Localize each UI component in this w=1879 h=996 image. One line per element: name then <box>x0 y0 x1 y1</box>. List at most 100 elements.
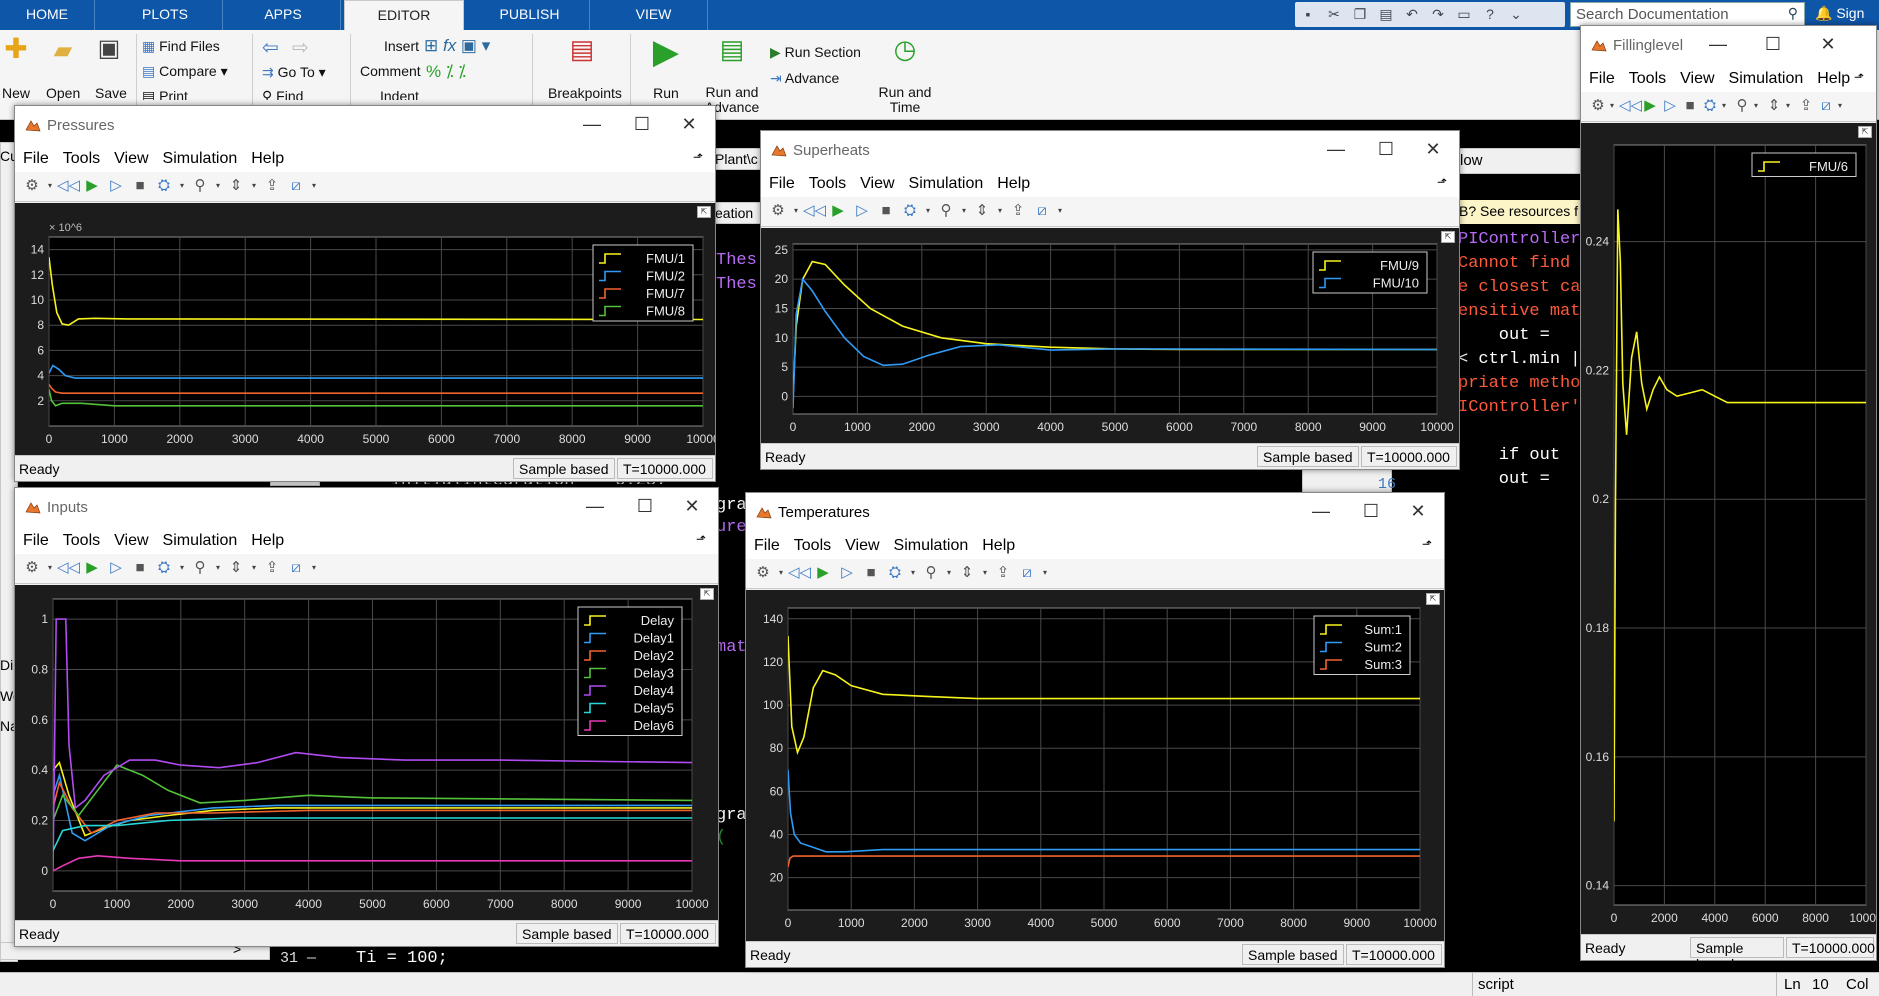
highlight-icon[interactable]: ⛭ <box>153 175 175 197</box>
go-to-button[interactable]: ⇉ Go To ▾ <box>262 64 326 81</box>
step-forward-icon[interactable]: ▷ <box>1659 95 1681 117</box>
run-icon[interactable]: ▶ <box>1639 95 1661 117</box>
scale-axes-icon[interactable]: ⇕ <box>225 175 247 197</box>
undock-icon[interactable]: ⇱ <box>1426 593 1440 605</box>
settings-gear-icon[interactable]: ⚙ <box>21 175 43 197</box>
run-icon[interactable]: ▶ <box>827 200 849 222</box>
triggers-icon[interactable]: ⇪ <box>261 557 283 579</box>
zoom-icon[interactable]: ⚲ <box>935 200 957 222</box>
run-and-advance-icon[interactable]: ▤ <box>712 34 752 65</box>
breakpoints-button[interactable]: Breakpoints <box>548 85 622 101</box>
menu-simulation[interactable]: Simulation <box>1729 70 1804 88</box>
minimize-icon[interactable]: — <box>585 496 605 517</box>
user-sign-in[interactable]: 🔔 Sign <box>1815 5 1864 22</box>
run-and-time-icon[interactable]: ◷ <box>888 34 922 65</box>
measurements-icon[interactable]: ⧄ <box>1815 95 1837 117</box>
tab-home[interactable]: HOME <box>0 0 95 30</box>
minimize-icon[interactable]: — <box>1311 501 1331 522</box>
scale-axes-icon[interactable]: ⇕ <box>971 200 993 222</box>
run-icon[interactable]: ▶ <box>812 562 834 584</box>
triggers-icon[interactable]: ⇪ <box>1795 95 1817 117</box>
save-button[interactable]: Save <box>94 85 128 101</box>
measurements-icon[interactable]: ⧄ <box>285 175 307 197</box>
stop-icon[interactable]: ■ <box>129 557 151 579</box>
undo-icon[interactable]: ↶ <box>1401 3 1423 25</box>
minimize-icon[interactable]: — <box>1708 34 1728 55</box>
triggers-icon[interactable]: ⇪ <box>992 562 1014 584</box>
window-title-bar[interactable]: Superheats — ☐ ✕ <box>761 131 1459 171</box>
highlight-icon[interactable]: ⛭ <box>884 562 906 584</box>
chevron-down-icon[interactable]: ▾ <box>1835 95 1845 117</box>
menu-view[interactable]: View <box>114 150 148 168</box>
chevron-down-icon[interactable]: ▾ <box>944 562 954 584</box>
pin-icon[interactable]: ⬏ <box>696 532 706 546</box>
copy-icon[interactable]: ❐ <box>1349 3 1371 25</box>
window-title-bar[interactable]: Inputs — ☐ ✕ <box>15 488 718 528</box>
menu-file[interactable]: File <box>23 532 49 550</box>
chevron-down-icon[interactable]: ▾ <box>1040 562 1050 584</box>
maximize-icon[interactable]: ☐ <box>635 496 655 517</box>
triggers-icon[interactable]: ⇪ <box>1007 200 1029 222</box>
step-forward-icon[interactable]: ▷ <box>836 562 858 584</box>
measurements-icon[interactable]: ⧄ <box>1016 562 1038 584</box>
new-icon[interactable]: ✚ <box>2 32 30 64</box>
scale-axes-icon[interactable]: ⇕ <box>1763 95 1785 117</box>
compare-button[interactable]: ▤ Compare ▾ <box>142 63 228 80</box>
comment-percent-icon[interactable]: % ⁒ ⁒ <box>426 62 466 82</box>
menu-help[interactable]: Help <box>1817 70 1850 88</box>
zoom-icon[interactable]: ⚲ <box>920 562 942 584</box>
run-icon[interactable]: ▶ <box>81 175 103 197</box>
pin-icon[interactable]: ⬏ <box>693 150 703 164</box>
chevron-down-icon[interactable]: ▾ <box>776 562 786 584</box>
pin-icon[interactable]: ⬏ <box>1422 537 1432 551</box>
chevron-down-icon[interactable]: ▾ <box>1751 95 1761 117</box>
redo-icon[interactable]: ↷ <box>1427 3 1449 25</box>
chevron-down-icon[interactable]: ▾ <box>923 200 933 222</box>
switch-windows-icon[interactable]: ▭ <box>1453 3 1475 25</box>
chevron-down-icon[interactable]: ▾ <box>1719 95 1729 117</box>
menu-help[interactable]: Help <box>251 150 284 168</box>
menu-simulation[interactable]: Simulation <box>909 175 984 193</box>
close-icon[interactable]: ✕ <box>682 496 702 517</box>
chevron-down-icon[interactable]: ▾ <box>249 557 259 579</box>
open-folder-icon[interactable]: ▰ <box>48 36 78 64</box>
settings-gear-icon[interactable]: ⚙ <box>752 562 774 584</box>
step-forward-icon[interactable]: ▷ <box>851 200 873 222</box>
menu-view[interactable]: View <box>860 175 894 193</box>
scale-axes-icon[interactable]: ⇕ <box>225 557 247 579</box>
undock-icon[interactable]: ⇱ <box>1858 126 1872 138</box>
tab-apps[interactable]: APPS <box>226 0 341 30</box>
highlight-icon[interactable]: ⛭ <box>1699 95 1721 117</box>
insert-button[interactable]: Insert <box>384 38 419 54</box>
maximize-icon[interactable]: ☐ <box>1763 34 1783 55</box>
chevron-down-icon[interactable]: ⌄ <box>1505 3 1527 25</box>
menu-file[interactable]: File <box>769 175 795 193</box>
chevron-down-icon[interactable]: ▾ <box>959 200 969 222</box>
search-icon[interactable]: ⚲ <box>1788 5 1798 22</box>
breakpoints-icon[interactable]: ▤ <box>566 34 598 70</box>
chevron-down-icon[interactable]: ▾ <box>249 175 259 197</box>
menu-file[interactable]: File <box>23 150 49 168</box>
menu-tools[interactable]: Tools <box>63 150 100 168</box>
scope-window-superheats[interactable]: Superheats — ☐ ✕ File Tools View Simulation Help… <box>760 130 1460 470</box>
stop-icon[interactable]: ■ <box>860 562 882 584</box>
pin-icon[interactable]: ⬏ <box>1854 70 1864 84</box>
zoom-icon[interactable]: ⚲ <box>189 175 211 197</box>
run-button[interactable]: Run <box>646 85 686 101</box>
tab-publish[interactable]: PUBLISH <box>470 0 590 30</box>
maximize-icon[interactable]: ☐ <box>1376 139 1396 160</box>
menu-tools[interactable]: Tools <box>809 175 846 193</box>
window-title-bar[interactable]: Fillinglevel — ☐ ✕ <box>1581 26 1876 66</box>
chevron-down-icon[interactable]: ▾ <box>177 175 187 197</box>
chevron-down-icon[interactable]: ▾ <box>177 557 187 579</box>
run-section-button[interactable]: ▶ Run Section <box>770 44 861 61</box>
chevron-down-icon[interactable]: ▾ <box>45 175 55 197</box>
save-icon[interactable]: ▪ <box>1297 3 1319 25</box>
back-arrow-icon[interactable]: ⇦ <box>262 35 279 60</box>
find-button[interactable]: ⚲ Find <box>262 88 303 100</box>
save-disk-icon[interactable]: ▣ <box>96 34 122 62</box>
chevron-down-icon[interactable]: ▾ <box>995 200 1005 222</box>
chevron-down-icon[interactable]: ▾ <box>309 557 319 579</box>
cut-icon[interactable]: ✂ <box>1323 3 1345 25</box>
chevron-down-icon[interactable]: ▾ <box>1607 95 1617 117</box>
